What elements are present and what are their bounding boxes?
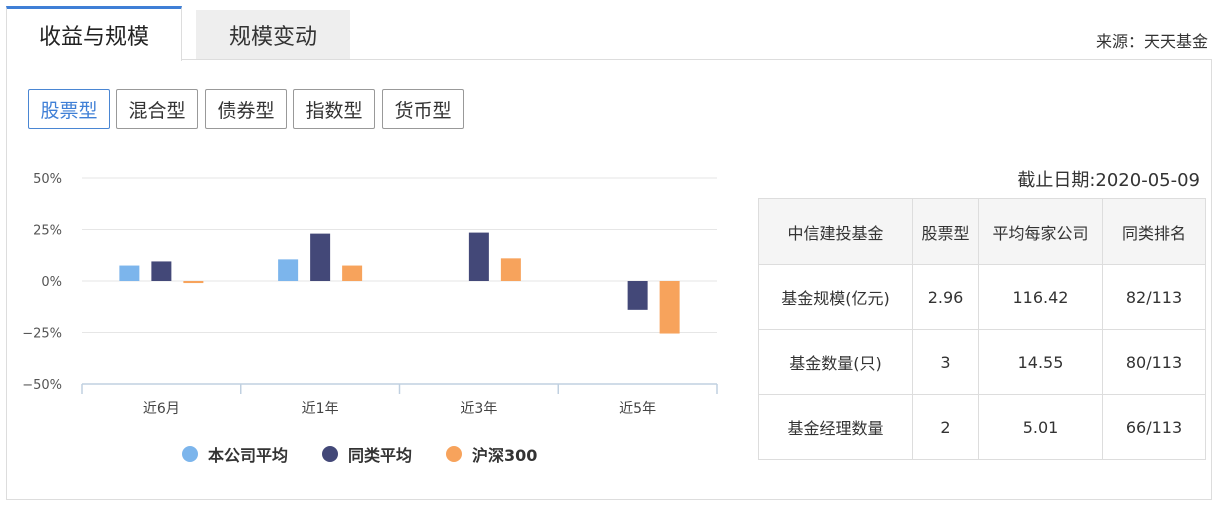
- x-category-label: 近1年: [302, 401, 339, 417]
- table-header-avg-per-company: 平均每家公司: [978, 198, 1103, 265]
- table-cell: 14.55: [978, 329, 1103, 395]
- returns-bar-chart: 50% 25% 0% −25% −50% 近6月 近1年 近3年 近5年: [18, 160, 738, 430]
- scale-stats-table: 中信建投基金 股票型 平均每家公司 同类排名 基金规模(亿元) 2.96 116…: [758, 198, 1206, 460]
- filter-bond[interactable]: 债券型: [205, 89, 287, 129]
- table-header-row: 中信建投基金 股票型 平均每家公司 同类排名: [758, 198, 1206, 265]
- table-cell: 2: [912, 394, 979, 460]
- table-cell: 基金数量(只): [758, 329, 913, 395]
- bar-company-average: [278, 259, 299, 281]
- y-tick-label: 50%: [33, 172, 62, 187]
- table-cell: 基金规模(亿元): [758, 264, 913, 330]
- y-tick-label: −50%: [22, 378, 62, 393]
- y-tick-label: 0%: [41, 275, 62, 290]
- table-cell: 3: [912, 329, 979, 395]
- tab-bar: 收益与规模 规模变动: [6, 6, 1212, 61]
- table-header-rank: 同类排名: [1102, 198, 1206, 265]
- table-cell: 116.42: [978, 264, 1103, 330]
- legend-label-peer-average: 同类平均: [348, 446, 413, 465]
- bar-company-average: [119, 265, 140, 281]
- table-cell: 5.01: [978, 394, 1103, 460]
- table-cell: 80/113: [1102, 329, 1206, 395]
- bar-peer-average: [310, 233, 331, 281]
- y-tick-label: 25%: [33, 224, 62, 239]
- chart-legend: 本公司平均 同类平均 沪深300: [182, 442, 571, 466]
- bar-peer-average: [627, 281, 648, 310]
- legend-label-csi300: 沪深300: [472, 446, 538, 465]
- table-cell: 基金经理数量: [758, 394, 913, 460]
- table-row: 基金规模(亿元) 2.96 116.42 82/113: [758, 264, 1206, 330]
- legend-label-company-average: 本公司平均: [208, 446, 289, 465]
- x-category-label: 近6月: [143, 401, 180, 417]
- legend-swatch-csi300: [446, 446, 463, 462]
- bar-peer-average: [468, 232, 489, 281]
- table-header-type: 股票型: [912, 198, 979, 265]
- filter-money-market[interactable]: 货币型: [382, 89, 464, 129]
- legend-item-company-average[interactable]: 本公司平均: [182, 442, 288, 466]
- y-tick-label: −25%: [22, 327, 62, 342]
- data-source-label: 来源：天天基金: [1095, 32, 1208, 51]
- legend-item-csi300[interactable]: 沪深300: [446, 442, 537, 466]
- chart-canvas: 50% 25% 0% −25% −50% 近6月 近1年 近3年 近5年: [22, 172, 718, 417]
- bar-csi300: [500, 258, 521, 281]
- tab-scale-change[interactable]: 规模变动: [196, 10, 350, 60]
- bar-peer-average: [151, 261, 172, 281]
- legend-swatch-peer-average: [322, 446, 339, 462]
- table-cell: 66/113: [1102, 394, 1206, 460]
- filter-index[interactable]: 指数型: [293, 89, 375, 129]
- filter-stock[interactable]: 股票型: [28, 89, 110, 129]
- table-row: 基金经理数量 2 5.01 66/113: [758, 394, 1206, 460]
- bar-csi300: [183, 281, 204, 284]
- x-category-label: 近5年: [619, 401, 656, 417]
- as-of-date: 截止日期:2020-05-09: [1017, 170, 1200, 191]
- table-cell: 2.96: [912, 264, 979, 330]
- table-header-company: 中信建投基金: [758, 198, 913, 265]
- bar-csi300: [659, 281, 680, 334]
- filter-hybrid[interactable]: 混合型: [116, 89, 198, 129]
- tab-returns-and-scale[interactable]: 收益与规模: [6, 6, 182, 61]
- x-category-label: 近3年: [460, 401, 497, 417]
- bar-csi300: [342, 265, 363, 281]
- table-cell: 82/113: [1102, 264, 1206, 330]
- legend-swatch-company-average: [182, 446, 198, 462]
- table-row: 基金数量(只) 3 14.55 80/113: [758, 329, 1206, 395]
- legend-item-peer-average[interactable]: 同类平均: [322, 442, 412, 466]
